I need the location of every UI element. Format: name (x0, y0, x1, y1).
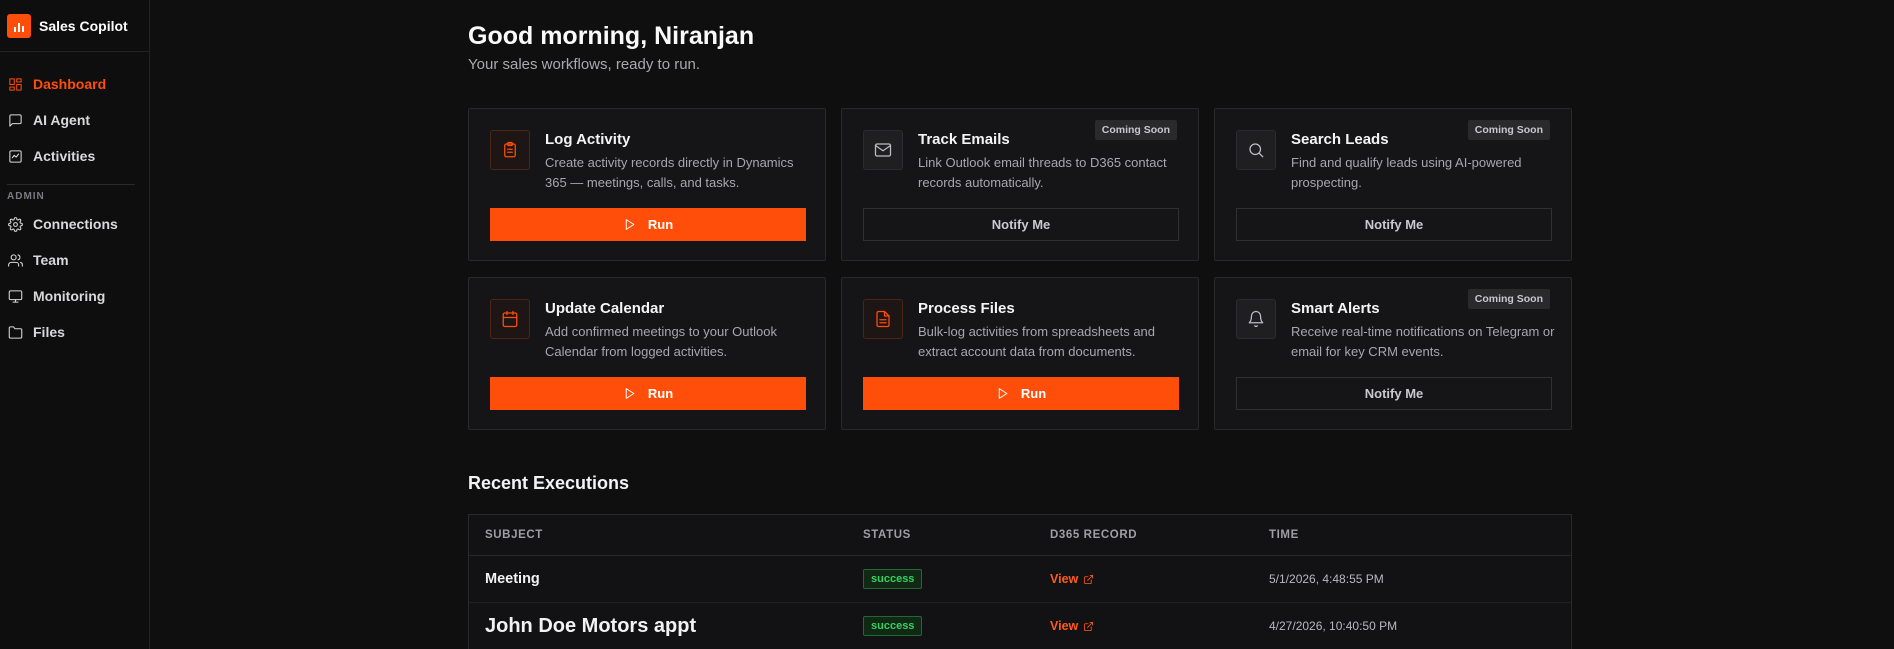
run-label: Run (647, 386, 674, 401)
workflow-card-track-emails: Coming Soon Track Emails Link Outlook em… (841, 108, 1199, 261)
gear-icon (8, 216, 23, 232)
sidebar-item-label: Connections (33, 216, 118, 232)
bell-icon (1248, 310, 1264, 328)
sidebar-item-label: AI Agent (33, 112, 91, 128)
dashboard-icon (9, 77, 22, 91)
sidebar-item-label: Activities (33, 148, 96, 164)
brand-logo-icon (7, 13, 31, 38)
card-description: Link Outlook email threads to D365 conta… (918, 155, 1167, 190)
brand-name: Sales Copilot (39, 17, 128, 34)
sidebar-nav: Dashboard AI Agent Activities ADMIN Conn… (0, 52, 149, 350)
card-description: Add confirmed meetings to your Outlook C… (545, 324, 777, 359)
table-row[interactable]: Meeting success View 5/1/2026, 4:48:55 P… (469, 556, 1571, 603)
brand[interactable]: Sales Copilot (0, 0, 149, 52)
play-icon (625, 219, 635, 230)
card-icon-box (863, 299, 903, 339)
table-row[interactable]: John Doe Motors appt success View 4/27/2… (469, 603, 1571, 649)
notify-track-emails-button[interactable]: Notify Me (863, 208, 1179, 241)
card-icon-box (1236, 299, 1276, 339)
clipboard-icon (504, 141, 516, 158)
view-link-label: View (1050, 572, 1079, 586)
row-time: 5/1/2026, 4:48:55 PM (1269, 572, 1384, 586)
table-header: SUBJECT STATUS D365 RECORD TIME (469, 515, 1571, 556)
sidebar-item-label: Files (33, 324, 65, 340)
sidebar-item-label: Monitoring (33, 288, 106, 304)
status-badge: success (863, 569, 923, 589)
coming-soon-badge: Coming Soon (1467, 120, 1550, 140)
search-icon (1249, 143, 1264, 158)
card-icon-box (490, 299, 530, 339)
sidebar-item-team[interactable]: Team (0, 242, 149, 278)
row-subject: John Doe Motors appt (485, 614, 697, 637)
coming-soon-badge: Coming Soon (1094, 120, 1177, 140)
recent-executions-table: SUBJECT STATUS D365 RECORD TIME Meeting … (468, 514, 1572, 649)
recent-executions-title: Recent Executions (468, 473, 630, 493)
card-icon-box (863, 130, 903, 170)
run-log-activity-button[interactable]: Run (490, 208, 806, 241)
sidebar-item-ai-agent[interactable]: AI Agent (0, 102, 149, 138)
sidebar-divider (7, 184, 135, 185)
play-icon (625, 388, 635, 399)
run-label: Run (1020, 386, 1047, 401)
card-title: Log Activity (545, 131, 631, 148)
page-title: Good morning, Niranjan (468, 22, 755, 50)
card-title: Update Calendar (545, 300, 665, 317)
view-record-link[interactable]: View (1050, 572, 1094, 586)
column-header-record[interactable]: D365 RECORD (1050, 529, 1269, 541)
row-subject: Meeting (485, 571, 540, 587)
card-description: Create activity records directly in Dyna… (545, 155, 794, 190)
workflow-card-update-calendar: Update Calendar Add confirmed meetings t… (468, 277, 826, 430)
column-header-time[interactable]: TIME (1269, 529, 1571, 541)
card-title: Search Leads (1291, 131, 1389, 148)
coming-soon-badge: Coming Soon (1467, 289, 1550, 309)
external-link-icon (1084, 574, 1094, 584)
notify-smart-alerts-button[interactable]: Notify Me (1236, 377, 1552, 410)
card-title: Process Files (918, 300, 1015, 317)
app-root: Sales Copilot Dashboard AI Agent Activit… (0, 0, 1894, 649)
column-header-status[interactable]: STATUS (863, 529, 1050, 541)
page-subtitle: Your sales workflows, ready to run. (468, 56, 701, 73)
card-description: Receive real-time notifications on Teleg… (1291, 324, 1555, 359)
sidebar-item-connections[interactable]: Connections (0, 206, 149, 242)
card-description: Find and qualify leads using AI-powered … (1291, 155, 1522, 190)
monitor-icon (8, 289, 23, 303)
calendar-icon (502, 310, 518, 328)
view-link-label: View (1050, 619, 1079, 633)
row-time: 4/27/2026, 10:40:50 PM (1269, 619, 1398, 633)
play-icon (998, 388, 1008, 399)
sidebar-item-files[interactable]: Files (0, 314, 149, 350)
file-icon (876, 310, 890, 328)
activity-icon (9, 149, 22, 163)
chat-icon (9, 113, 22, 127)
folder-icon (8, 325, 23, 339)
sidebar-item-activities[interactable]: Activities (0, 138, 149, 174)
card-title: Track Emails (918, 131, 1010, 148)
run-label: Run (647, 217, 674, 232)
sidebar-item-label: Team (33, 252, 69, 268)
sidebar-section-admin: ADMIN (7, 191, 45, 202)
notify-search-leads-button[interactable]: Notify Me (1236, 208, 1552, 241)
workflow-card-smart-alerts: Coming Soon Smart Alerts Receive real-ti… (1214, 277, 1572, 430)
sidebar-item-dashboard[interactable]: Dashboard (0, 66, 149, 102)
mail-icon (874, 143, 892, 157)
card-icon-box (1236, 130, 1276, 170)
workflow-card-log-activity: Log Activity Create activity records dir… (468, 108, 826, 261)
run-process-files-button[interactable]: Run (863, 377, 1179, 410)
workflow-card-process-files: Process Files Bulk-log activities from s… (841, 277, 1199, 430)
sidebar: Sales Copilot Dashboard AI Agent Activit… (0, 0, 150, 649)
card-icon-box (490, 130, 530, 170)
workflow-card-search-leads: Coming Soon Search Leads Find and qualif… (1214, 108, 1572, 261)
status-badge: success (863, 616, 923, 636)
users-icon (8, 253, 23, 267)
card-title: Smart Alerts (1291, 300, 1380, 317)
sidebar-item-monitoring[interactable]: Monitoring (0, 278, 149, 314)
external-link-icon (1084, 621, 1094, 631)
column-header-subject[interactable]: SUBJECT (469, 529, 863, 541)
card-description: Bulk-log activities from spreadsheets an… (918, 324, 1156, 359)
run-update-calendar-button[interactable]: Run (490, 377, 806, 410)
view-record-link[interactable]: View (1050, 619, 1094, 633)
sidebar-item-label: Dashboard (33, 76, 107, 92)
